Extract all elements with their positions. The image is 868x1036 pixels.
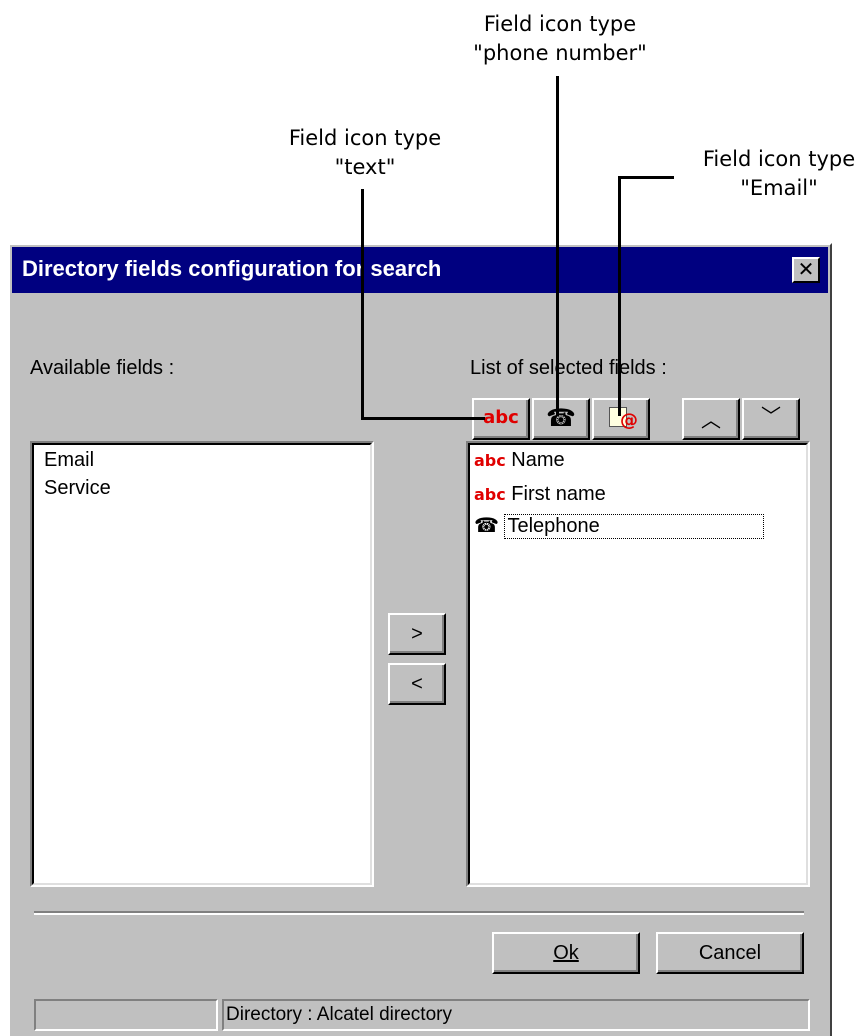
callout-text-line1: Field icon type [288, 126, 442, 150]
list-item-label: Name [511, 449, 565, 471]
ok-button[interactable]: Ok [492, 932, 640, 974]
callout-phone-line2: "phone number" [473, 41, 647, 65]
available-fields-list-frame [32, 443, 372, 885]
status-cell-left [34, 999, 218, 1031]
selected-fields-label: List of selected fields : [470, 357, 667, 379]
status-cell-directory: Directory : Alcatel directory [222, 999, 810, 1031]
cancel-button[interactable]: Cancel [656, 932, 804, 974]
separator [34, 911, 804, 915]
move-left-icon: < [411, 673, 423, 695]
leader-email-horizontal [618, 176, 674, 179]
ok-button-label: Ok [553, 942, 579, 964]
list-item[interactable]: Email [44, 449, 94, 472]
text-type-icon: abc [474, 485, 506, 504]
move-left-button[interactable]: < [388, 663, 446, 705]
close-icon: ✕ [797, 257, 815, 281]
move-right-button[interactable]: > [388, 613, 446, 655]
chevron-up-icon: ︿ [701, 408, 721, 432]
list-item-label: First name [511, 483, 606, 505]
leader-phone [556, 76, 559, 416]
available-fields-label: Available fields : [30, 357, 175, 379]
available-fields-list[interactable]: Email Service [30, 441, 374, 887]
leader-text-vertical [361, 189, 364, 419]
leader-email-vertical [618, 176, 621, 416]
list-item[interactable]: Service [44, 477, 111, 500]
dialog-window: Directory fields configuration for searc… [8, 243, 832, 1036]
text-type-icon: abc [474, 451, 506, 470]
callout-text: Field icon type "text" [270, 124, 460, 182]
callout-phone-line1: Field icon type [483, 12, 637, 36]
leader-text-horizontal [361, 417, 485, 420]
callout-phone: Field icon type "phone number" [455, 10, 665, 68]
phone-type-icon: ☎ [474, 513, 499, 537]
text-type-icon: abc [483, 407, 519, 428]
move-up-button[interactable]: ︿ [682, 398, 740, 440]
title-bar[interactable]: Directory fields configuration for searc… [12, 247, 828, 293]
close-button[interactable]: ✕ [792, 257, 820, 283]
callout-email-line2: "Email" [740, 176, 818, 200]
move-right-icon: > [411, 623, 423, 645]
chevron-down-icon: ﹀ [761, 404, 781, 428]
cancel-button-label: Cancel [698, 942, 762, 964]
move-down-button[interactable]: ﹀ [742, 398, 800, 440]
list-item[interactable]: abc First name [474, 483, 606, 506]
callout-email: Field icon type "Email" [690, 145, 868, 203]
list-item-label: Telephone [504, 514, 765, 539]
dialog-title: Directory fields configuration for searc… [22, 256, 442, 281]
field-type-email-button[interactable]: @ [592, 398, 650, 440]
callout-text-line2: "text" [334, 155, 396, 179]
status-directory-text: Directory : Alcatel directory [226, 1004, 452, 1025]
email-type-at-icon: @ [620, 410, 638, 431]
callout-email-line1: Field icon type [702, 147, 856, 171]
selected-fields-list-frame [468, 443, 808, 885]
list-item-selected[interactable]: ☎ Telephone [474, 513, 765, 539]
list-item[interactable]: abc Name [474, 449, 565, 472]
field-type-phone-button[interactable]: ☎ [532, 398, 590, 440]
selected-fields-list[interactable]: abc Name abc First name ☎ Telephone [466, 441, 810, 887]
phone-type-icon: ☎ [546, 404, 576, 432]
